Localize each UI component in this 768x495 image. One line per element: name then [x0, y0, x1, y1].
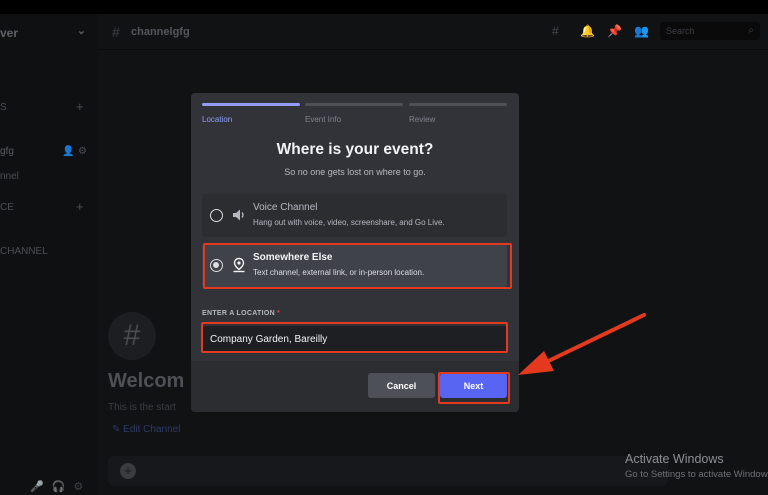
sidebar-category: S [0, 102, 7, 113]
option-somewhere-else[interactable]: Somewhere Else Text channel, external li… [202, 244, 507, 287]
search-input[interactable]: Search ⌕ [660, 22, 760, 40]
activate-windows-title: Activate Windows [625, 452, 724, 466]
pin-icon[interactable]: 📌 [607, 24, 622, 38]
attach-plus-icon[interactable]: + [120, 463, 136, 479]
hash-icon: # [112, 24, 120, 40]
step-label: Location [202, 115, 233, 124]
invite-icon[interactable]: 👤 [62, 146, 74, 157]
create-event-modal: Location Event Info Review Where is your… [191, 93, 519, 412]
radio-voice-channel[interactable] [210, 209, 223, 222]
members-icon[interactable]: 👥 [634, 24, 649, 38]
channel-hash-icon: # [108, 312, 156, 360]
option-description: Hang out with voice, video, screenshare,… [253, 218, 445, 227]
search-placeholder: Search [666, 26, 695, 36]
sidebar-category: CE [0, 202, 14, 213]
edit-channel-link[interactable]: ✎ Edit Channel [112, 424, 180, 435]
user-controls[interactable]: 🎤🎧⚙ [30, 480, 91, 493]
step-progress: Location Event Info Review [202, 103, 507, 124]
message-input[interactable] [108, 456, 668, 486]
location-label: ENTER A LOCATION * [202, 310, 280, 317]
add-channel-icon[interactable]: + [76, 199, 84, 214]
app-window: ver ⌄ S + gfg 👤 ⚙ nnel CE + CHANNEL # ch… [0, 0, 768, 495]
server-name: ver [0, 26, 19, 40]
gear-icon[interactable]: ⚙ [78, 146, 87, 157]
channel-title: channelgfg [131, 26, 190, 38]
top-frame [0, 0, 768, 14]
speaker-icon [233, 209, 244, 221]
option-title: Voice Channel [253, 202, 318, 213]
required-mark: * [276, 310, 281, 317]
step-label: Event Info [305, 115, 342, 124]
option-voice-channel[interactable]: Voice Channel Hang out with voice, video… [202, 194, 507, 237]
sidebar-item-channel[interactable]: nnel [0, 171, 19, 182]
cancel-button[interactable]: Cancel [368, 373, 435, 398]
chevron-down-icon: ⌄ [76, 25, 86, 37]
radio-somewhere-else[interactable] [210, 259, 223, 272]
location-input[interactable] [202, 326, 507, 353]
option-title: Somewhere Else [253, 252, 333, 263]
welcome-subtext: This is the start [108, 402, 176, 413]
sidebar-category: CHANNEL [0, 246, 48, 257]
server-header[interactable]: ver ⌄ [0, 14, 98, 48]
step-review: Review [409, 103, 507, 124]
bell-icon[interactable]: 🔔 [580, 24, 595, 38]
next-button[interactable]: Next [440, 373, 507, 398]
sidebar-item-channel[interactable]: gfg [0, 146, 14, 157]
activate-windows-subtitle: Go to Settings to activate Windows. [625, 469, 768, 480]
welcome-heading: Welcom [108, 370, 185, 392]
threads-icon[interactable]: # [552, 24, 559, 38]
edit-channel-label: Edit Channel [123, 424, 181, 435]
modal-subtitle: So no one gets lost on where to go. [284, 167, 426, 177]
location-label-text: ENTER A LOCATION [202, 310, 275, 317]
modal-footer: Cancel Next [191, 361, 519, 412]
option-description: Text channel, external link, or in-perso… [253, 268, 425, 277]
location-pin-icon [233, 257, 245, 273]
step-event-info: Event Info [305, 103, 403, 124]
modal-title: Where is your event? [276, 141, 434, 158]
search-icon: ⌕ [748, 25, 754, 36]
step-label: Review [409, 115, 436, 124]
annotation-arrow-icon [518, 313, 646, 375]
step-location: Location [202, 103, 300, 124]
add-channel-icon[interactable]: + [76, 99, 84, 114]
